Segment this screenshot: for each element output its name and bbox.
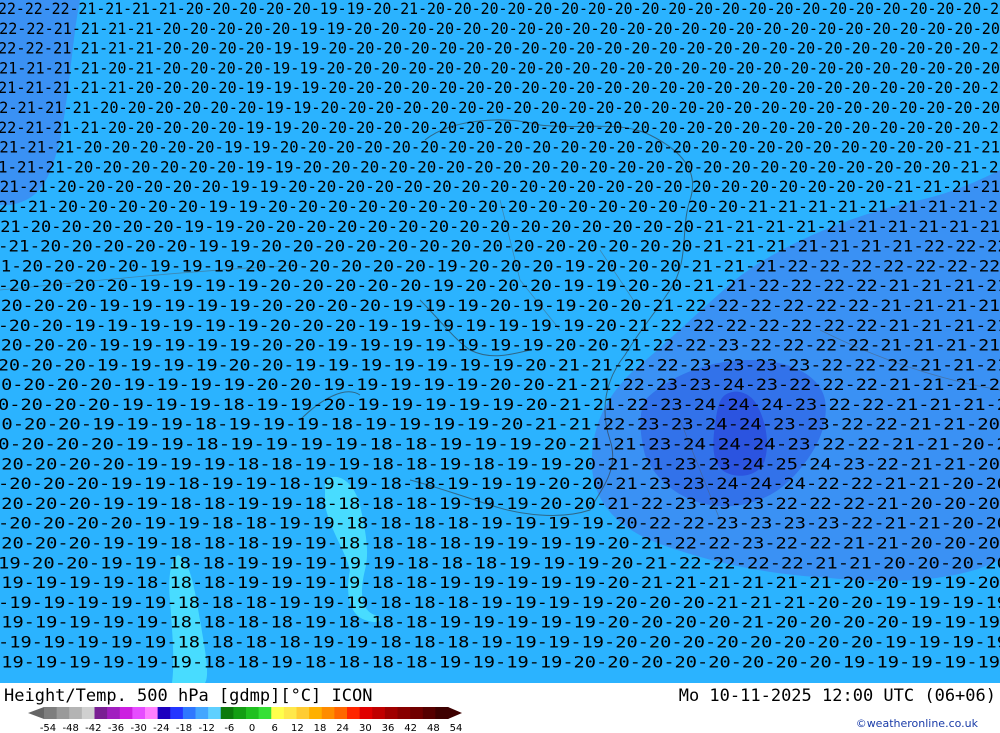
legend-color-box bbox=[208, 707, 222, 719]
legend-tick-label: -24 bbox=[153, 723, 169, 733]
contour-label-row: -20-20-20-20-19-19-19-18-18-19-19-18-18-… bbox=[0, 454, 1000, 473]
legend-color-box bbox=[309, 707, 323, 719]
legend-tick-label: -12 bbox=[198, 723, 214, 733]
legend-color-box bbox=[81, 707, 95, 719]
legend-tick-labels: -54 -48 -42 -36 -30 -24 -18 -12 -6 0 6 12 18 24 30 36 42… bbox=[40, 723, 463, 733]
contour-label-row: 20-20-20-19-19-19-18-19-19-19-18-19-19-1… bbox=[0, 415, 1000, 434]
legend-tick-label: 24 bbox=[336, 723, 349, 733]
legend-color-box bbox=[271, 707, 285, 719]
legend-color-scale bbox=[28, 707, 462, 719]
legend-tick-label: -54 bbox=[40, 723, 56, 733]
legend-arrow-right bbox=[448, 707, 462, 719]
contour-label-row: -19-19-19-19-19-18-18-18-18-19-18-18-18-… bbox=[0, 613, 1000, 632]
legend-tick-label: 30 bbox=[359, 723, 372, 733]
legend-color-box bbox=[119, 707, 133, 719]
legend-tick-label: -18 bbox=[176, 723, 192, 733]
legend-tick-label: 6 bbox=[271, 723, 277, 733]
contour-label-row: 21-21-21-21-21-20-20-20-20-19-19-19-20-2… bbox=[0, 78, 1000, 97]
legend-color-box bbox=[372, 707, 386, 719]
legend-color-box bbox=[246, 707, 260, 719]
legend-color-box bbox=[296, 707, 310, 719]
legend-tick-label: -36 bbox=[108, 723, 124, 733]
legend-color-box bbox=[435, 707, 449, 719]
contour-label-row: -20-20-20-19-19-19-19-19-20-20-19-19-19-… bbox=[0, 336, 1000, 355]
contour-label-row: -21-20-20-20-20-20-19-19-20-20-20-20-20-… bbox=[0, 237, 1000, 256]
legend-color-box bbox=[69, 707, 83, 719]
legend-tick-label: 42 bbox=[404, 723, 417, 733]
legend-tick-label: -30 bbox=[130, 723, 146, 733]
contour-label-row: -20-20-20-20-19-19-19-19-20-20-20-20-20-… bbox=[0, 276, 1000, 295]
legend-color-box bbox=[321, 707, 335, 719]
contour-label-row: 19-20-20-19-19-18-18-19-19-19-19-19-18-1… bbox=[0, 553, 1000, 572]
legend-color-box bbox=[170, 707, 184, 719]
legend-tick-label: 54 bbox=[450, 723, 463, 733]
contour-label-row: -20-20-20-20-19-19-18-18-19-19-18-18-18-… bbox=[0, 514, 1000, 533]
legend-tick-label: 18 bbox=[314, 723, 327, 733]
legend-color-box bbox=[334, 707, 348, 719]
credit-link[interactable]: ©weatheronline.co.uk bbox=[856, 717, 978, 730]
contour-label-row: 22-21-21-21-20-20-20-20-20-19-19-20-20-2… bbox=[0, 118, 1000, 137]
contour-label-row: 22-22-22-21-21-21-21-20-20-20-20-20-19-1… bbox=[0, 0, 1000, 18]
contour-label-row: -21-21-20-20-20-20-20-20-19-19-20-20-20-… bbox=[0, 177, 1000, 196]
color-legend: -54 -48 -42 -36 -30 -24 -18 -12 -6 0 6 12 18 24 30 36 42… bbox=[28, 707, 463, 733]
legend-tick-label: -48 bbox=[62, 723, 78, 733]
legend-tick-label: 48 bbox=[427, 723, 440, 733]
contour-label-row: 0-20-20-20-19-19-19-18-19-19-20-19-19-19… bbox=[0, 395, 1000, 414]
legend-color-box bbox=[145, 707, 159, 719]
legend-color-box bbox=[359, 707, 373, 719]
contour-label-row: 20-20-20-20-19-19-19-19-20-20-19-19-19-1… bbox=[0, 375, 1000, 394]
contour-label-row: 21-21-20-20-20-20-20-19-19-20-20-20-20-2… bbox=[0, 197, 1000, 216]
legend-tick-label: 36 bbox=[382, 723, 395, 733]
contour-label-row: -20-20-20-19-19-19-19-19-20-20-20-20-19-… bbox=[0, 296, 1000, 315]
map-datetime: Mo 10-11-2025 12:00 UTC (06+06) bbox=[678, 686, 996, 706]
legend-tick-label: 0 bbox=[249, 723, 255, 733]
contour-label-row: -19-19-19-19-18-18-18-19-19-19-19-18-18-… bbox=[0, 573, 1000, 592]
contour-label-row: 22-22-21-21-21-21-20-20-20-20-19-19-20-2… bbox=[0, 39, 1000, 58]
legend-color-box bbox=[132, 707, 146, 719]
map-title: Height/Temp. 500 hPa [gdmp][°C] ICON bbox=[4, 686, 373, 706]
contour-label-row: 22-21-21-21-20-20-20-20-20-20-19-19-20-2… bbox=[0, 98, 1000, 117]
legend-tick-label: -6 bbox=[224, 723, 234, 733]
contour-label-row: -19-19-19-19-19-18-18-18-18-19-19-18-18-… bbox=[0, 633, 1000, 652]
legend-color-box bbox=[258, 707, 272, 719]
legend-color-box bbox=[94, 707, 108, 719]
contour-label-row: 21-20-20-20-20-19-19-19-20-20-20-20-20-2… bbox=[0, 256, 1000, 275]
contour-label-row: 20-20-20-19-19-19-19-20-20-19-19-19-19-1… bbox=[0, 355, 1000, 374]
contour-label-row: -20-20-20-19-19-18-18-18-19-19-18-18-18-… bbox=[0, 534, 1000, 553]
contour-label-row: -19-19-19-19-19-18-18-18-19-19-19-18-18-… bbox=[0, 593, 1000, 612]
legend-color-box bbox=[233, 707, 247, 719]
contour-label-row: -22-22-21-21-21-21-20-20-20-20-20-19-19-… bbox=[0, 19, 1000, 38]
legend-color-box bbox=[422, 707, 436, 719]
contour-label-row: -21-21-21-21-20-21-20-20-20-20-19-19-20-… bbox=[0, 58, 1000, 77]
legend-tick-label: -42 bbox=[85, 723, 101, 733]
contour-label-row: -21-21-21-20-20-20-20-20-19-19-20-20-20-… bbox=[0, 138, 1000, 157]
contour-label-row: -20-20-20-19-19-18-19-19-18-19-19-18-18-… bbox=[0, 474, 1000, 493]
legend-color-box bbox=[157, 707, 171, 719]
legend-color-box bbox=[44, 707, 58, 719]
contour-label-row: 0-20-20-20-19-19-18-19-19-19-19-18-18-19… bbox=[0, 435, 1000, 454]
legend-color-box bbox=[347, 707, 361, 719]
legend-color-box bbox=[107, 707, 121, 719]
contour-label-row: -19-19-19-19-19-19-18-18-19-18-18-18-18-… bbox=[0, 652, 1000, 671]
legend-color-box bbox=[384, 707, 398, 719]
legend-color-box bbox=[195, 707, 209, 719]
legend-color-box bbox=[220, 707, 234, 719]
contour-label-row: 1-21-21-20-20-20-20-20-20-19-19-20-20-20… bbox=[0, 157, 1000, 176]
legend-color-box bbox=[410, 707, 424, 719]
legend-color-box bbox=[56, 707, 70, 719]
contour-label-row: -20-20-19-19-19-19-19-19-20-20-20-19-19-… bbox=[0, 316, 1000, 335]
contour-label-row: -21-20-20-20-20-20-19-19-20-20-20-20-20-… bbox=[0, 217, 1000, 236]
weather-map: 22-22-22-21-21-21-21-20-20-20-20-20-19-1… bbox=[0, 0, 1000, 683]
contour-label-row: -20-20-20-19-19-18-18-19-19-18-18-18-18-… bbox=[0, 494, 1000, 513]
contour-labels: 22-22-22-21-21-21-21-20-20-20-20-20-19-1… bbox=[0, 0, 1000, 671]
legend-arrow-left bbox=[28, 707, 44, 719]
legend-color-box bbox=[397, 707, 411, 719]
legend-tick-label: 12 bbox=[291, 723, 304, 733]
legend-color-box bbox=[182, 707, 196, 719]
legend-color-box bbox=[283, 707, 297, 719]
